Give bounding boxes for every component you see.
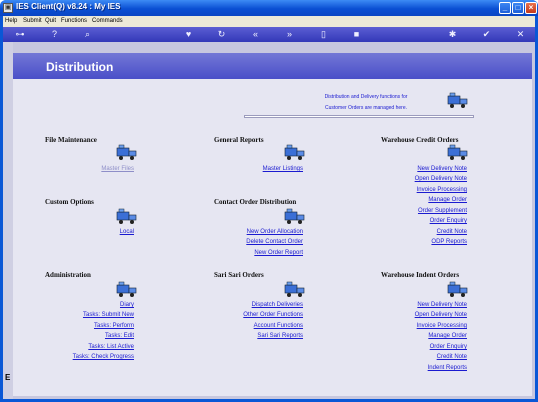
link-indent-manage-order[interactable]: Manage Order <box>428 333 467 339</box>
link-tasks-check-progress[interactable]: Tasks: Check Progress <box>73 354 134 360</box>
intro-line-2: Customer Orders are managed here. <box>325 105 407 111</box>
help-icon[interactable]: ? <box>49 29 60 40</box>
truck-icon <box>284 281 305 297</box>
section-title-administration: Administration <box>45 271 91 279</box>
search-icon[interactable]: ⌕ <box>82 29 93 40</box>
link-dispatch-deliveries[interactable]: Dispatch Deliveries <box>252 302 303 308</box>
left-sidebar <box>3 42 13 399</box>
link-tasks-submit-new[interactable]: Tasks: Submit New <box>83 312 134 318</box>
menu-commands[interactable]: Commands <box>92 18 123 24</box>
section-title-file-maintenance: File Maintenance <box>45 136 97 144</box>
minimize-button[interactable]: _ <box>499 2 511 14</box>
intro-divider <box>244 115 474 118</box>
truck-icon <box>447 281 468 297</box>
fast-forward-icon[interactable]: » <box>284 29 295 40</box>
intro-line-1: Distribution and Delivery functions for <box>324 94 408 100</box>
title-bar: ▣ IES Client(Q) v8.24 : My IES _ □ × <box>0 0 538 16</box>
menu-functions[interactable]: Functions <box>61 18 87 24</box>
key-icon[interactable]: ⊶ <box>11 29 29 40</box>
section-title-custom-options: Custom Options <box>45 198 94 206</box>
link-credit-open-delivery-note[interactable]: Open Delivery Note <box>415 176 467 182</box>
truck-icon <box>447 92 468 108</box>
link-indent-reports[interactable]: Indent Reports <box>428 365 467 371</box>
link-tasks-list-active[interactable]: Tasks: List Active <box>88 344 134 350</box>
section-title-sari-sari-orders: Sari Sari Orders <box>214 271 264 279</box>
link-credit-manage-order[interactable]: Manage Order <box>428 197 467 203</box>
world-icon[interactable]: ✱ <box>447 29 458 40</box>
link-master-listings[interactable]: Master Listings <box>263 166 303 172</box>
link-indent-invoice-processing[interactable]: Invoice Processing <box>417 323 467 329</box>
document-icon[interactable]: ▯ <box>318 29 329 40</box>
link-other-order-functions[interactable]: Other Order Functions <box>243 312 303 318</box>
stop-icon[interactable]: ■ <box>351 29 362 40</box>
truck-icon <box>284 144 305 160</box>
menu-help[interactable]: Help <box>5 18 17 24</box>
truck-icon <box>116 281 137 297</box>
link-account-functions[interactable]: Account Functions <box>254 323 303 329</box>
link-credit-new-delivery-note[interactable]: New Delivery Note <box>417 166 467 172</box>
check-icon[interactable]: ✔ <box>481 29 492 40</box>
link-master-files[interactable]: Master Files <box>101 166 134 172</box>
section-title-general-reports: General Reports <box>214 136 264 144</box>
truck-icon <box>116 208 137 224</box>
app-icon: ▣ <box>3 3 13 13</box>
link-local[interactable]: Local <box>120 229 134 235</box>
section-title-warehouse-credit-orders: Warehouse Credit Orders <box>381 136 459 144</box>
link-indent-new-delivery-note[interactable]: New Delivery Note <box>417 302 467 308</box>
left-sidebar-mark: E <box>5 373 11 382</box>
link-credit-order-enquiry[interactable]: Order Enquiry <box>430 218 467 224</box>
link-tasks-edit[interactable]: Tasks: Edit <box>105 333 134 339</box>
rewind-icon[interactable]: « <box>250 29 261 40</box>
maximize-button[interactable]: □ <box>512 2 524 14</box>
link-credit-invoice-processing[interactable]: Invoice Processing <box>417 187 467 193</box>
link-new-order-report[interactable]: New Order Report <box>254 250 303 256</box>
menu-quit[interactable]: Quit <box>45 18 56 24</box>
window-title: IES Client(Q) v8.24 : My IES <box>16 2 121 11</box>
refresh-icon[interactable]: ↻ <box>216 29 227 40</box>
section-title-contact-order-distribution: Contact Order Distribution <box>214 198 297 206</box>
link-diary[interactable]: Diary <box>120 302 134 308</box>
link-tasks-perform[interactable]: Tasks: Perform <box>94 323 134 329</box>
page-header: Distribution <box>13 53 532 79</box>
link-credit-odp-reports[interactable]: ODP Reports <box>431 239 467 245</box>
link-delete-contact-order[interactable]: Delete Contact Order <box>246 239 303 245</box>
link-indent-credit-note[interactable]: Credit Note <box>437 354 467 360</box>
section-title-warehouse-indent-orders: Warehouse Indent Orders <box>381 271 460 279</box>
menu-bar: Help Submit Quit Functions Commands <box>3 16 535 27</box>
close-button[interactable]: × <box>525 2 537 14</box>
link-sari-sari-reports[interactable]: Sari Sari Reports <box>257 333 303 339</box>
link-indent-open-delivery-note[interactable]: Open Delivery Note <box>415 312 467 318</box>
heart-icon[interactable]: ♥ <box>183 29 194 40</box>
link-credit-order-supplement[interactable]: Order Supplement <box>418 208 467 214</box>
truck-icon <box>116 144 137 160</box>
link-indent-order-enquiry[interactable]: Order Enquiry <box>430 344 467 350</box>
page-title: Distribution <box>46 60 114 74</box>
close-icon[interactable]: ✕ <box>515 29 526 40</box>
toolbar: ⊶ ? ⌕ ♥ ↻ « » ▯ ■ ✱ ✔ ✕ <box>3 27 535 42</box>
truck-icon <box>447 144 468 160</box>
link-credit-credit-note[interactable]: Credit Note <box>437 229 467 235</box>
link-new-order-allocation[interactable]: New Order Allocation <box>247 229 303 235</box>
menu-submit[interactable]: Submit <box>23 18 42 24</box>
truck-icon <box>284 208 305 224</box>
